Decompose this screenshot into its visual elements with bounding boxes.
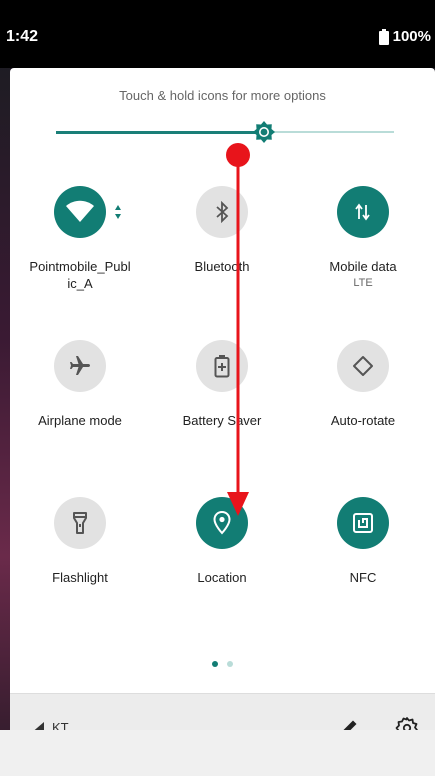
tile-flashlight[interactable]: Flashlight — [10, 497, 150, 586]
tile-nfc-label: NFC — [349, 570, 377, 585]
page-dot-active[interactable] — [212, 661, 219, 667]
tile-nfc[interactable]: NFC — [293, 497, 433, 586]
mobile-data-icon — [355, 203, 370, 221]
tile-bluetooth-label: Bluetooth — [194, 259, 250, 274]
bottom-strip — [0, 730, 435, 776]
brightness-thumb-icon[interactable] — [252, 120, 276, 144]
tile-location-button[interactable] — [196, 497, 248, 549]
wifi-activity-icon — [115, 205, 121, 219]
tile-airplane-label: Airplane mode — [38, 413, 122, 428]
brightness-track-filled — [56, 131, 264, 134]
hint-text: Touch & hold icons for more options — [119, 88, 326, 103]
tile-mobile-data[interactable]: Mobile data LTE — [293, 186, 433, 289]
quick-settings-panel: Touch & hold icons for more options Poin… — [10, 68, 435, 764]
tile-wifi-label: Pointmobile_Publ ic_A — [10, 258, 150, 292]
tile-airplane-button[interactable] — [54, 340, 106, 392]
brightness-track-empty — [264, 131, 394, 133]
wifi-icon — [66, 200, 94, 222]
wallpaper-edge — [0, 45, 10, 776]
tile-battery-saver[interactable]: Battery Saver — [152, 340, 292, 429]
tile-mobile-data-sub: LTE — [353, 277, 373, 289]
tile-wifi[interactable]: Pointmobile_Publ ic_A — [10, 186, 150, 292]
status-right: 100% — [378, 28, 431, 45]
airplane-icon — [70, 356, 90, 375]
bluetooth-icon — [216, 201, 229, 223]
tile-wifi-label-line2: ic_A — [67, 276, 93, 291]
tile-airplane[interactable]: Airplane mode — [10, 340, 150, 429]
battery-saver-icon — [214, 355, 230, 378]
tile-battery-saver-label: Battery Saver — [182, 413, 262, 428]
tile-auto-rotate-button[interactable] — [337, 340, 389, 392]
battery-percent: 100% — [392, 28, 431, 45]
status-time: 1:42 — [6, 28, 39, 45]
tile-battery-saver-button[interactable] — [196, 340, 248, 392]
tile-mobile-data-button[interactable] — [337, 186, 389, 238]
tile-location[interactable]: Location — [152, 497, 292, 586]
nfc-icon — [353, 513, 373, 533]
tile-auto-rotate[interactable]: Auto-rotate — [293, 340, 433, 429]
flashlight-icon — [73, 512, 87, 534]
brightness-slider[interactable] — [56, 118, 394, 146]
tile-flashlight-button[interactable] — [54, 497, 106, 549]
battery-icon — [378, 28, 389, 45]
status-bar: 1:42 100% — [0, 0, 435, 68]
page-indicator — [10, 654, 435, 672]
tile-wifi-label-line1: Pointmobile_Publ — [29, 259, 131, 274]
tile-bluetooth[interactable]: Bluetooth — [152, 186, 292, 275]
tile-nfc-button[interactable] — [337, 497, 389, 549]
tile-bluetooth-button[interactable] — [196, 186, 248, 238]
tile-auto-rotate-label: Auto-rotate — [330, 413, 396, 428]
page-dot-inactive[interactable] — [226, 661, 233, 667]
tile-mobile-data-label: Mobile data — [329, 259, 397, 274]
tile-wifi-button[interactable] — [54, 186, 121, 238]
tile-location-label: Location — [197, 570, 247, 585]
tile-flashlight-label: Flashlight — [52, 570, 108, 585]
location-icon — [213, 511, 231, 535]
auto-rotate-icon — [353, 356, 373, 376]
